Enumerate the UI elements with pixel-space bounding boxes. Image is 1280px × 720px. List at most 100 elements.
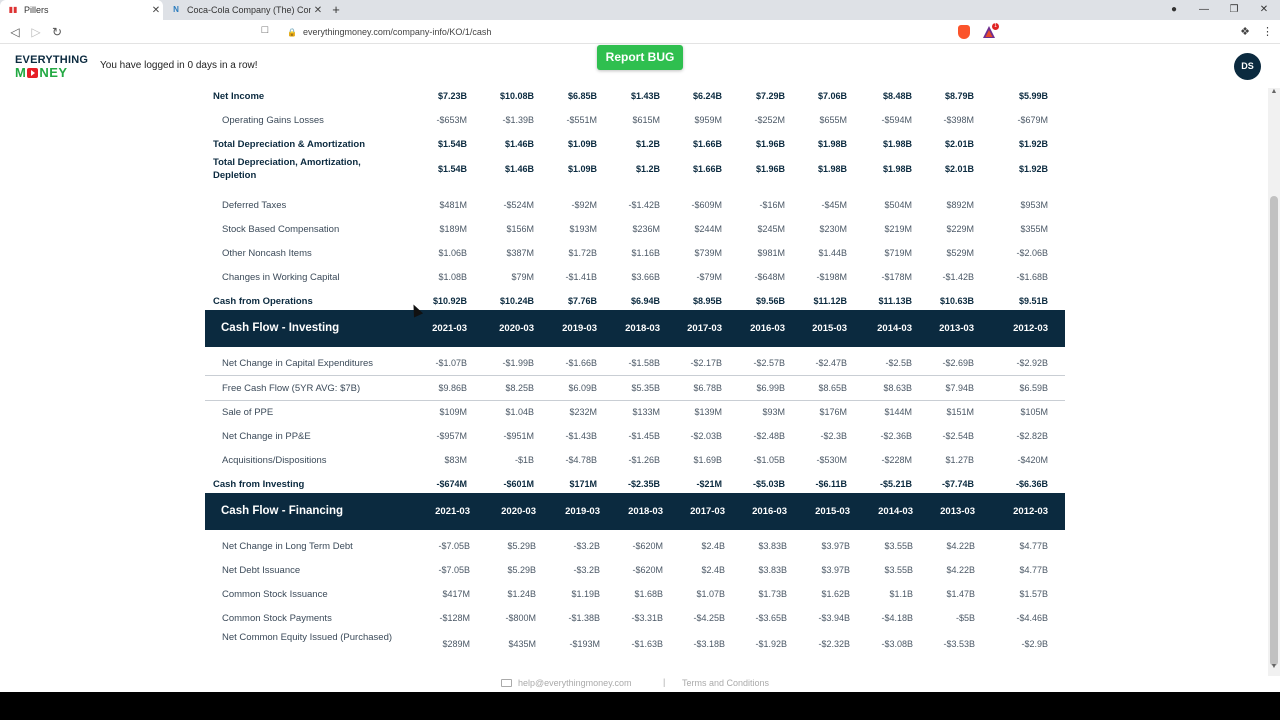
table-cell: -$7.05B xyxy=(438,565,470,575)
table-cell: $1.92B xyxy=(1018,164,1048,174)
row-label: Net Change in PP&E xyxy=(222,431,311,442)
page-footer: help@everythingmoney.com | Terms and Con… xyxy=(0,676,1280,692)
table-cell: $4.77B xyxy=(1019,541,1048,551)
table-row: Total Depreciation & Amortization $1.54B $… xyxy=(205,133,1065,157)
table-cell: -$1.42B xyxy=(628,200,660,210)
kebab-menu-icon[interactable]: ⋮ xyxy=(1262,25,1273,39)
minimize-icon[interactable]: — xyxy=(1194,2,1214,18)
table-cell: -$198M xyxy=(816,272,847,282)
close-icon[interactable]: ✕ xyxy=(149,5,163,16)
profile-menu-icon[interactable]: ● xyxy=(1164,2,1184,18)
table-cell: -$1.42B xyxy=(942,272,974,282)
table-cell: -$3.65B xyxy=(755,613,787,623)
row-label: Sale of PPE xyxy=(222,407,274,418)
restore-icon[interactable]: ❐ xyxy=(1224,2,1244,18)
table-cell: -$4.18B xyxy=(881,613,913,623)
table-cell: -$620M xyxy=(632,541,663,551)
table-cell: $5.35B xyxy=(631,383,660,393)
investing-section-header: Cash Flow - Investing 2021-03 2020-03 2019… xyxy=(205,310,1065,347)
year-header: 2019-03 xyxy=(565,506,600,517)
window-close-icon[interactable]: ✕ xyxy=(1254,2,1274,18)
year-header: 2020-03 xyxy=(501,506,536,517)
table-cell: $1.98B xyxy=(817,139,847,149)
table-cell: -$6.36B xyxy=(1015,479,1048,489)
table-cell: $10.63B xyxy=(939,296,974,306)
tab-coca-cola[interactable]: N Coca-Cola Company (The) Common S ✕ xyxy=(163,0,325,20)
reload-icon[interactable]: ↻ xyxy=(49,24,65,40)
table-cell: -$1B xyxy=(514,455,534,465)
year-header: 2018-03 xyxy=(628,506,663,517)
table-cell: $655M xyxy=(819,115,847,125)
table-cell: $1.44B xyxy=(818,248,847,258)
year-header: 2017-03 xyxy=(687,323,722,334)
forward-icon[interactable]: ▷ xyxy=(28,24,44,40)
table-cell: -$21M xyxy=(696,479,722,489)
table-cell: $8.79B xyxy=(944,91,974,101)
extensions-puzzle-icon[interactable]: ❖ xyxy=(1238,25,1252,39)
table-cell: -$594M xyxy=(881,115,912,125)
table-cell: $7.76B xyxy=(567,296,597,306)
scrollbar-thumb[interactable] xyxy=(1270,196,1278,666)
table-cell: $1.04B xyxy=(505,407,534,417)
table-cell: -$398M xyxy=(943,115,974,125)
table-cell: -$193M xyxy=(569,639,600,649)
table-row: Free Cash Flow (5YR AVG: $7B) $9.86B $8.25… xyxy=(205,377,1065,401)
table-cell: -$2.69B xyxy=(942,358,974,368)
table-cell: $289M xyxy=(442,639,470,649)
table-cell: -$2.57B xyxy=(753,358,785,368)
table-row: Common Stock Issuance $417M $1.24B $1.19B $1… xyxy=(205,583,1065,607)
table-cell: $144M xyxy=(884,407,912,417)
table-cell: $1.08B xyxy=(438,272,467,282)
scroll-down-icon[interactable]: ▼ xyxy=(1268,663,1280,673)
table-cell: -$620M xyxy=(632,565,663,575)
table-cell: $6.78B xyxy=(693,383,722,393)
back-icon[interactable]: ◁ xyxy=(7,24,23,40)
support-email-link[interactable]: help@everythingmoney.com xyxy=(518,678,632,688)
table-row: Net Change in Capital Expenditures -$1.07… xyxy=(205,352,1065,376)
user-avatar[interactable]: DS xyxy=(1234,53,1261,80)
table-cell: $4.22B xyxy=(946,565,975,575)
everything-money-logo[interactable]: EVERYTHING M NEY xyxy=(15,55,95,80)
row-label: Net Debt Issuance xyxy=(222,565,301,576)
row-label: Common Stock Payments xyxy=(222,613,332,624)
table-cell: $481M xyxy=(439,200,467,210)
table-cell: -$3.08B xyxy=(881,639,913,649)
table-cell: $4.22B xyxy=(946,541,975,551)
table-cell: -$2.3B xyxy=(820,431,847,441)
terms-link[interactable]: Terms and Conditions xyxy=(682,678,769,688)
table-cell: $236M xyxy=(632,224,660,234)
table-row: Net Income $7.23B $10.08B $6.85B $1.43B $6.24… xyxy=(205,85,1065,109)
table-cell: $355M xyxy=(1020,224,1048,234)
table-cell: $1.47B xyxy=(946,589,975,599)
row-label: Deferred Taxes xyxy=(222,200,287,211)
row-label: Net Change in Capital Expenditures xyxy=(222,358,374,369)
table-cell: $8.63B xyxy=(883,383,912,393)
table-cell: $5.99B xyxy=(1018,91,1048,101)
address-bar[interactable]: 🔒 everythingmoney.com/company-info/KO/1/… xyxy=(281,23,953,41)
table-cell: $1.27B xyxy=(945,455,974,465)
bookmark-icon[interactable]: □ xyxy=(258,24,272,40)
row-label: Cash from Operations xyxy=(213,296,313,307)
table-row: Net Common Equity Issued (Purchased) $289… xyxy=(205,631,1065,658)
report-bug-button[interactable]: Report BUG xyxy=(597,45,683,70)
table-cell: $2.4B xyxy=(701,565,725,575)
close-icon[interactable]: ✕ xyxy=(311,5,325,16)
table-cell: $6.59B xyxy=(1019,383,1048,393)
table-cell: $3.55B xyxy=(884,565,913,575)
table-cell: $93M xyxy=(762,407,785,417)
tab-pillers[interactable]: ▮▮ Pillers ✕ xyxy=(0,0,163,20)
table-cell: $10.24B xyxy=(499,296,534,306)
new-tab-icon[interactable]: + xyxy=(329,2,343,18)
table-cell: -$4.46B xyxy=(1016,613,1048,623)
brave-shield-icon[interactable] xyxy=(958,25,970,39)
table-cell: $171M xyxy=(569,479,597,489)
scroll-up-icon[interactable]: ▲ xyxy=(1268,88,1280,98)
table-cell: -$2.35B xyxy=(627,479,660,489)
table-cell: -$5B xyxy=(955,613,975,623)
table-cell: $1.1B xyxy=(889,589,913,599)
logo-m: M xyxy=(15,65,27,80)
table-cell: $1.98B xyxy=(882,164,912,174)
table-cell: -$128M xyxy=(439,613,470,623)
footer-separator: | xyxy=(663,677,666,687)
mail-icon xyxy=(501,679,512,687)
